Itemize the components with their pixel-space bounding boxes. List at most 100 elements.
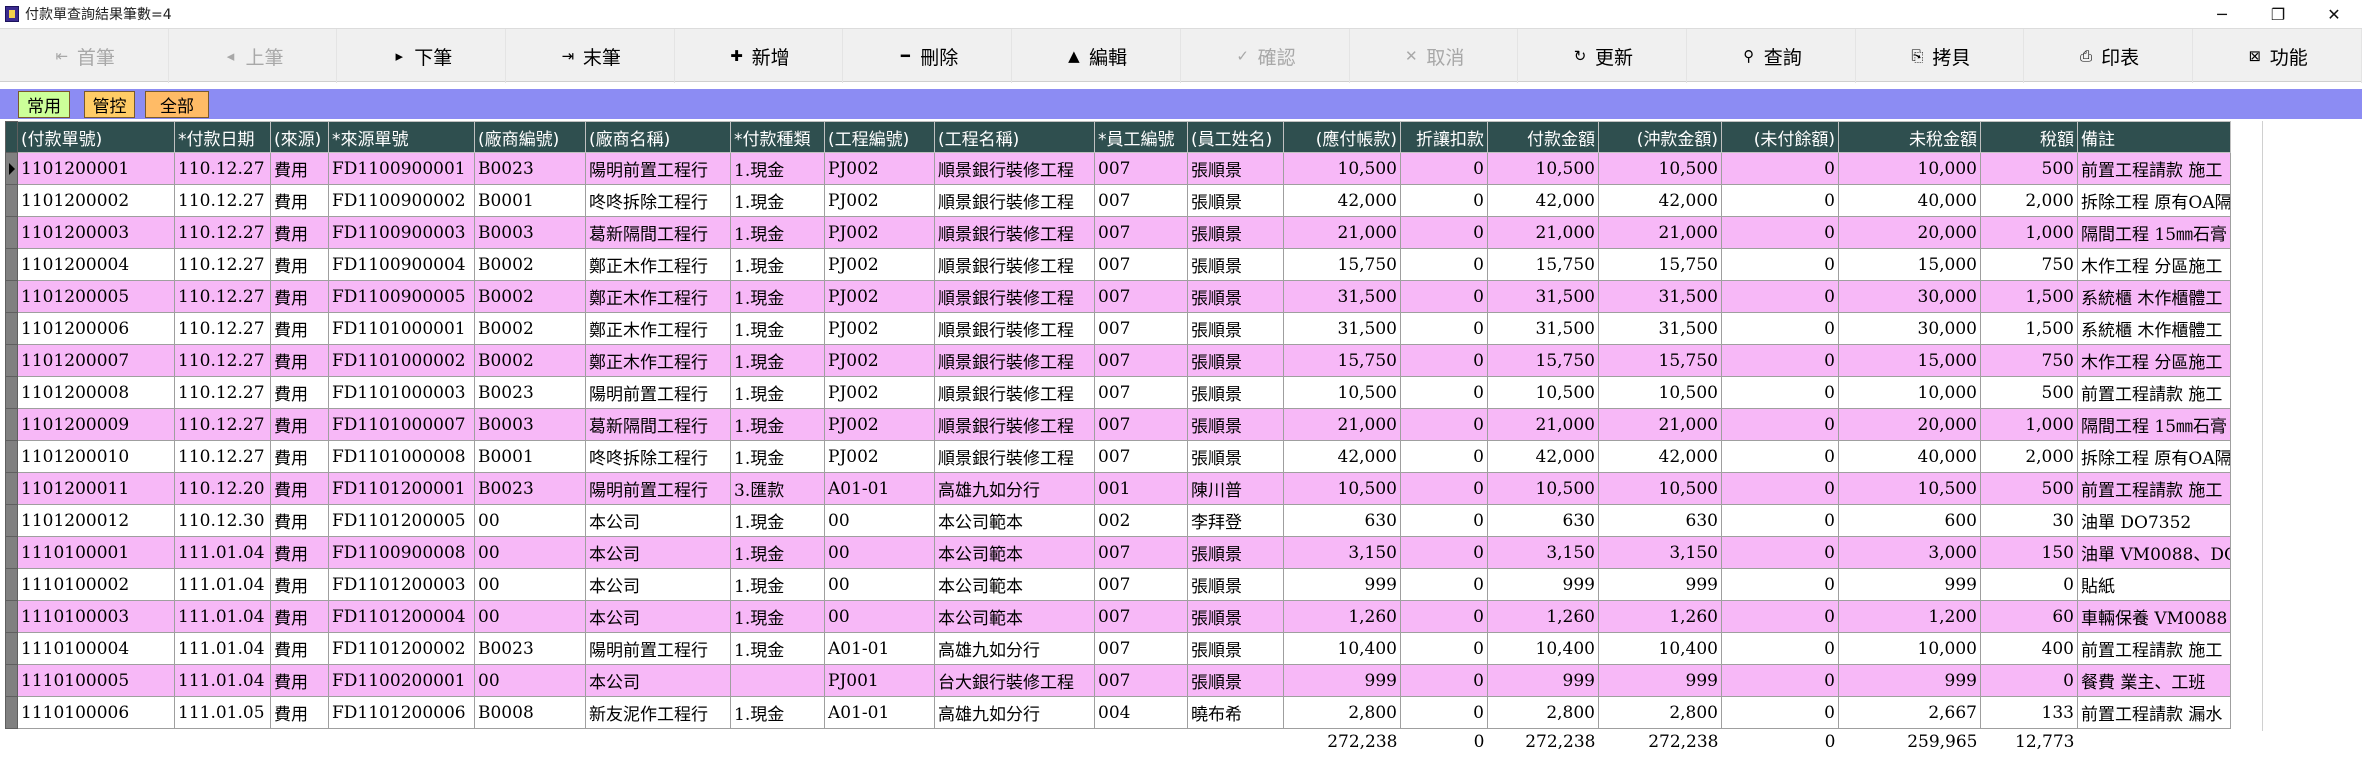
table-cell[interactable]: 110.12.27 bbox=[174, 312, 271, 345]
table-cell[interactable]: 1101200002 bbox=[17, 184, 175, 217]
table-cell[interactable]: 999 bbox=[1283, 568, 1401, 601]
table-cell[interactable]: 21,000 bbox=[1283, 216, 1401, 249]
table-cell[interactable]: 007 bbox=[1094, 280, 1188, 313]
table-cell[interactable]: 本公司 bbox=[585, 504, 731, 537]
table-cell[interactable]: 1.現金 bbox=[730, 408, 825, 441]
table-cell[interactable]: 0 bbox=[1721, 248, 1839, 281]
table-cell[interactable]: B0023 bbox=[474, 632, 586, 665]
table-cell[interactable]: 系統櫃 木作櫃體工 bbox=[2077, 280, 2231, 313]
table-cell[interactable]: FD1101000007 bbox=[328, 408, 475, 441]
table-cell[interactable]: 007 bbox=[1094, 344, 1188, 377]
table-row[interactable]: 1101200012 110.12.30 費用 FD1101200005 00 本公司 1.… bbox=[5, 504, 2231, 537]
table-cell[interactable]: 3,000 bbox=[1838, 536, 1981, 569]
table-cell[interactable]: 0 bbox=[1721, 280, 1839, 313]
table-cell[interactable]: 1101200003 bbox=[17, 216, 175, 249]
table-cell[interactable]: A01-01 bbox=[824, 472, 935, 505]
table-row[interactable]: 1110100001 111.01.04 費用 FD1100900008 00 本公司 1.… bbox=[5, 536, 2231, 569]
column-header[interactable]: *員工編號 bbox=[1094, 121, 1188, 153]
table-cell[interactable]: 10,500 bbox=[1838, 472, 1981, 505]
column-header[interactable]: (未付餘額) bbox=[1721, 121, 1839, 153]
table-cell[interactable]: 0 bbox=[1721, 536, 1839, 569]
table-cell[interactable]: 1110100003 bbox=[17, 600, 175, 633]
refresh-button[interactable]: ↻ 更新 bbox=[1518, 29, 1687, 83]
row-selector[interactable] bbox=[5, 536, 18, 569]
table-cell[interactable]: 1,260 bbox=[1598, 600, 1722, 633]
table-cell[interactable]: 2,800 bbox=[1283, 696, 1401, 729]
table-cell[interactable]: 999 bbox=[1838, 568, 1981, 601]
function-button[interactable]: ⊠ 功能 bbox=[2193, 29, 2362, 83]
row-selector[interactable] bbox=[5, 152, 18, 185]
table-cell[interactable]: 999 bbox=[1487, 568, 1599, 601]
table-cell[interactable]: 張順景 bbox=[1187, 312, 1284, 345]
table-cell[interactable]: 30,000 bbox=[1838, 280, 1981, 313]
table-cell[interactable]: 費用 bbox=[270, 696, 329, 729]
table-cell[interactable]: 00 bbox=[824, 536, 935, 569]
table-cell[interactable]: 111.01.04 bbox=[174, 568, 271, 601]
table-row[interactable]: 1110100004 111.01.04 費用 FD1101200002 B0023 陽明… bbox=[5, 632, 2231, 665]
table-cell[interactable]: 10,400 bbox=[1487, 632, 1599, 665]
table-cell[interactable]: 30 bbox=[1980, 504, 2078, 537]
table-cell[interactable]: 110.12.27 bbox=[174, 408, 271, 441]
table-cell[interactable]: 李拜登 bbox=[1187, 504, 1284, 537]
table-cell[interactable]: 0 bbox=[1400, 568, 1488, 601]
table-cell[interactable]: 1.現金 bbox=[730, 248, 825, 281]
table-cell[interactable]: PJ002 bbox=[824, 280, 935, 313]
table-cell[interactable]: B0023 bbox=[474, 376, 586, 409]
table-cell[interactable]: 0 bbox=[1400, 248, 1488, 281]
table-cell[interactable]: 費用 bbox=[270, 184, 329, 217]
table-cell[interactable]: 31,500 bbox=[1598, 280, 1722, 313]
table-cell[interactable]: 15,750 bbox=[1598, 248, 1722, 281]
table-cell[interactable]: FD1101000003 bbox=[328, 376, 475, 409]
table-cell[interactable]: 007 bbox=[1094, 664, 1188, 697]
table-cell[interactable]: 21,000 bbox=[1598, 408, 1722, 441]
table-cell[interactable]: 15,750 bbox=[1283, 248, 1401, 281]
table-cell[interactable]: 500 bbox=[1980, 376, 2078, 409]
table-cell[interactable]: 31,500 bbox=[1487, 312, 1599, 345]
table-cell[interactable]: 貼紙 bbox=[2077, 568, 2231, 601]
table-cell[interactable]: 1.現金 bbox=[730, 312, 825, 345]
column-header[interactable]: 付款金額 bbox=[1487, 121, 1599, 153]
table-cell[interactable]: 00 bbox=[824, 568, 935, 601]
table-cell[interactable]: 1,260 bbox=[1487, 600, 1599, 633]
column-header[interactable]: (工程名稱) bbox=[934, 121, 1095, 153]
table-cell[interactable]: 10,500 bbox=[1283, 472, 1401, 505]
table-cell[interactable]: B0002 bbox=[474, 312, 586, 345]
table-cell[interactable]: A01-01 bbox=[824, 696, 935, 729]
table-cell[interactable]: 1101200007 bbox=[17, 344, 175, 377]
table-cell[interactable]: 15,000 bbox=[1838, 248, 1981, 281]
print-button[interactable]: ⎙ 印表 bbox=[2024, 29, 2193, 83]
table-cell[interactable]: B0003 bbox=[474, 216, 586, 249]
table-cell[interactable]: 15,000 bbox=[1838, 344, 1981, 377]
table-cell[interactable]: 鄭正木作工程行 bbox=[585, 312, 731, 345]
table-cell[interactable]: 張順景 bbox=[1187, 568, 1284, 601]
table-cell[interactable]: 1,500 bbox=[1980, 280, 2078, 313]
table-cell[interactable]: 餐費 業主、工班 bbox=[2077, 664, 2231, 697]
table-cell[interactable]: 張順景 bbox=[1187, 344, 1284, 377]
table-cell[interactable]: 1101200006 bbox=[17, 312, 175, 345]
table-row[interactable]: 1101200005 110.12.27 費用 FD1100900005 B0002 鄭正… bbox=[5, 280, 2231, 313]
table-cell[interactable]: 費用 bbox=[270, 248, 329, 281]
maximize-icon[interactable]: ❐ bbox=[2250, 0, 2306, 28]
table-cell[interactable]: 本公司 bbox=[585, 664, 731, 697]
column-header[interactable]: (廠商編號) bbox=[474, 121, 586, 153]
table-cell[interactable]: 費用 bbox=[270, 312, 329, 345]
table-cell[interactable]: 0 bbox=[1400, 472, 1488, 505]
table-cell[interactable]: 110.12.27 bbox=[174, 440, 271, 473]
table-cell[interactable]: 007 bbox=[1094, 184, 1188, 217]
table-cell[interactable]: 004 bbox=[1094, 696, 1188, 729]
table-cell[interactable]: FD1100900001 bbox=[328, 152, 475, 185]
table-cell[interactable]: 0 bbox=[1980, 568, 2078, 601]
table-cell[interactable]: 陽明前置工程行 bbox=[585, 472, 731, 505]
row-selector[interactable] bbox=[5, 184, 18, 217]
table-cell[interactable]: 費用 bbox=[270, 152, 329, 185]
table-cell[interactable]: 00 bbox=[474, 504, 586, 537]
last-record-button[interactable]: ⇥ 末筆 bbox=[506, 29, 675, 83]
table-cell[interactable]: 400 bbox=[1980, 632, 2078, 665]
table-cell[interactable]: FD1100900008 bbox=[328, 536, 475, 569]
table-cell[interactable]: FD1100900004 bbox=[328, 248, 475, 281]
table-cell[interactable]: 0 bbox=[1980, 664, 2078, 697]
table-cell[interactable]: FD1100900003 bbox=[328, 216, 475, 249]
table-cell[interactable]: 費用 bbox=[270, 344, 329, 377]
row-selector[interactable] bbox=[5, 696, 18, 729]
table-cell[interactable]: 42,000 bbox=[1283, 440, 1401, 473]
